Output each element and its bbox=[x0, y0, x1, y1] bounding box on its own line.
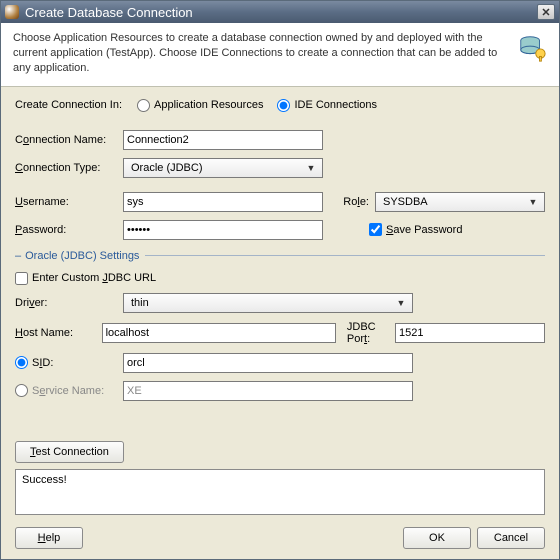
sid-radio[interactable]: SID: bbox=[15, 356, 123, 369]
hostname-label: Host Name: bbox=[15, 327, 102, 339]
test-result-text: Success! bbox=[22, 474, 67, 486]
chevron-down-icon: ▼ bbox=[525, 197, 541, 207]
connection-type-select[interactable]: Oracle (JDBC) ▼ bbox=[123, 158, 323, 178]
window-title: Create Database Connection bbox=[25, 5, 537, 20]
password-label: Password: bbox=[15, 224, 123, 236]
username-label: Username: bbox=[15, 196, 123, 208]
driver-label: Driver: bbox=[15, 297, 123, 309]
radio-app-resources[interactable]: Application Resources bbox=[137, 99, 263, 112]
role-label: Role: bbox=[333, 196, 369, 208]
test-connection-button[interactable]: Test Connection bbox=[15, 441, 124, 463]
role-select[interactable]: SYSDBA ▼ bbox=[375, 192, 545, 212]
app-icon bbox=[5, 5, 19, 19]
cancel-button[interactable]: Cancel bbox=[477, 527, 545, 549]
connection-type-label: Connection Type: bbox=[15, 162, 123, 174]
custom-jdbc-url-checkbox[interactable]: Enter Custom JDBC URL bbox=[15, 272, 156, 285]
chevron-down-icon: ▼ bbox=[303, 163, 319, 173]
sid-input[interactable] bbox=[123, 353, 413, 373]
jdbc-section-title: – Oracle (JDBC) Settings bbox=[15, 250, 545, 262]
username-input[interactable] bbox=[123, 192, 323, 212]
service-name-radio[interactable]: Service Name: bbox=[15, 384, 123, 397]
help-button[interactable]: Help bbox=[15, 527, 83, 549]
radio-ide-connections[interactable]: IDE Connections bbox=[277, 99, 377, 112]
jdbc-port-input[interactable] bbox=[395, 323, 545, 343]
connection-name-input[interactable] bbox=[123, 130, 323, 150]
database-icon bbox=[517, 33, 547, 66]
test-result-box: Success! bbox=[15, 469, 545, 515]
ok-button[interactable]: OK bbox=[403, 527, 471, 549]
header-description: Choose Application Resources to create a… bbox=[13, 31, 507, 76]
password-input[interactable] bbox=[123, 220, 323, 240]
hostname-input[interactable] bbox=[102, 323, 336, 343]
titlebar: Create Database Connection ✕ bbox=[1, 1, 559, 23]
jdbc-port-label: JDBC Port: bbox=[347, 321, 395, 345]
chevron-down-icon: ▼ bbox=[393, 298, 409, 308]
service-name-input bbox=[123, 381, 413, 401]
connection-name-label: Connection Name: bbox=[15, 134, 123, 146]
close-button[interactable]: ✕ bbox=[537, 4, 555, 20]
header: Choose Application Resources to create a… bbox=[1, 23, 559, 87]
driver-select[interactable]: thin ▼ bbox=[123, 293, 413, 313]
save-password-checkbox[interactable]: Save Password bbox=[369, 223, 462, 236]
create-in-label: Create Connection In: bbox=[15, 99, 137, 111]
